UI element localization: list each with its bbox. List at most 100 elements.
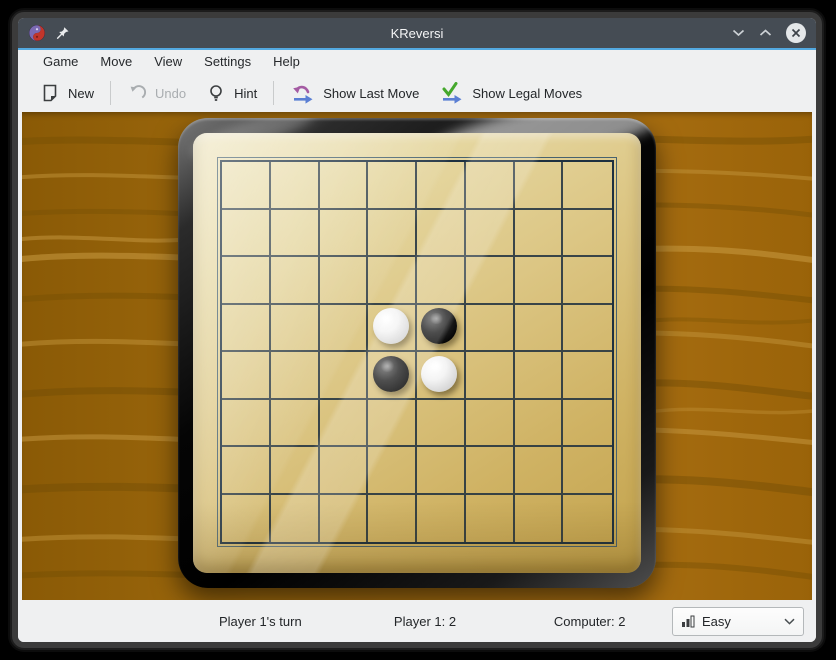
board-cell-r4-c7[interactable] [563, 352, 612, 400]
board-cell-r0-c4[interactable] [417, 162, 466, 210]
board-cell-r6-c6[interactable] [515, 447, 564, 495]
board-cell-r2-c1[interactable] [271, 257, 320, 305]
board-cell-r6-c5[interactable] [466, 447, 515, 495]
black-piece [373, 356, 409, 392]
undo-button: Undo [117, 78, 196, 108]
board-cell-r3-c4[interactable] [417, 305, 466, 353]
board-cell-r1-c6[interactable] [515, 210, 564, 258]
board-cell-r6-c3[interactable] [368, 447, 417, 495]
board-cell-r1-c2[interactable] [320, 210, 369, 258]
keep-above-pin-icon[interactable] [56, 26, 70, 40]
menu-settings[interactable]: Settings [193, 50, 262, 74]
board-cell-r5-c1[interactable] [271, 400, 320, 448]
statusbar: Player 1's turn Player 1: 2 Computer: 2 … [18, 600, 816, 642]
menu-view[interactable]: View [143, 50, 193, 74]
board-cell-r1-c3[interactable] [368, 210, 417, 258]
minimize-button[interactable] [732, 29, 745, 37]
app-window: KReversi Game Move View [10, 10, 824, 650]
hint-button[interactable]: Hint [196, 78, 267, 108]
kreversi-app-icon[interactable] [28, 24, 46, 42]
titlebar[interactable]: KReversi [18, 18, 816, 50]
black-piece [421, 308, 457, 344]
board-cell-r5-c7[interactable] [563, 400, 612, 448]
board-cell-r1-c4[interactable] [417, 210, 466, 258]
board-cell-r2-c4[interactable] [417, 257, 466, 305]
board-surface [193, 133, 641, 573]
board-cell-r4-c3[interactable] [368, 352, 417, 400]
board-cell-r4-c5[interactable] [466, 352, 515, 400]
board-cell-r5-c6[interactable] [515, 400, 564, 448]
board-cell-r0-c1[interactable] [271, 162, 320, 210]
board-cell-r2-c0[interactable] [222, 257, 271, 305]
board-cell-r3-c3[interactable] [368, 305, 417, 353]
board-cell-r2-c5[interactable] [466, 257, 515, 305]
board-cell-r0-c5[interactable] [466, 162, 515, 210]
board-cell-r4-c0[interactable] [222, 352, 271, 400]
board-cell-r3-c1[interactable] [271, 305, 320, 353]
board-cell-r6-c1[interactable] [271, 447, 320, 495]
board-cell-r2-c3[interactable] [368, 257, 417, 305]
board-cell-r6-c7[interactable] [563, 447, 612, 495]
board-cell-r1-c1[interactable] [271, 210, 320, 258]
board-cell-r4-c1[interactable] [271, 352, 320, 400]
board-cell-r3-c0[interactable] [222, 305, 271, 353]
maximize-button[interactable] [759, 29, 772, 37]
white-piece [373, 308, 409, 344]
board-cell-r3-c5[interactable] [466, 305, 515, 353]
board-cell-r1-c7[interactable] [563, 210, 612, 258]
board-cell-r0-c7[interactable] [563, 162, 612, 210]
show-legal-moves-button[interactable]: Show Legal Moves [429, 78, 592, 108]
menu-game[interactable]: Game [32, 50, 89, 74]
new-game-button[interactable]: New [30, 78, 104, 108]
computer-score: Computer: 2 [507, 614, 672, 629]
close-button[interactable] [786, 23, 806, 43]
board-cell-r5-c4[interactable] [417, 400, 466, 448]
board-cell-r2-c2[interactable] [320, 257, 369, 305]
board-cell-r7-c6[interactable] [515, 495, 564, 543]
undo-label: Undo [155, 86, 186, 101]
board-cell-r7-c5[interactable] [466, 495, 515, 543]
board-cell-r1-c5[interactable] [466, 210, 515, 258]
turn-indicator: Player 1's turn [178, 614, 343, 629]
board-cell-r6-c0[interactable] [222, 447, 271, 495]
board-cell-r2-c6[interactable] [515, 257, 564, 305]
board-cell-r6-c2[interactable] [320, 447, 369, 495]
difficulty-dropdown[interactable]: Easy [672, 607, 804, 636]
board-cell-r1-c0[interactable] [222, 210, 271, 258]
toolbar-separator [273, 81, 274, 105]
show-last-move-button[interactable]: Show Last Move [280, 78, 429, 108]
board-cell-r7-c3[interactable] [368, 495, 417, 543]
board-cell-r4-c6[interactable] [515, 352, 564, 400]
white-piece [421, 356, 457, 392]
board-cell-r5-c0[interactable] [222, 400, 271, 448]
board-cell-r2-c7[interactable] [563, 257, 612, 305]
board-cell-r0-c6[interactable] [515, 162, 564, 210]
new-game-label: New [68, 86, 94, 101]
hint-bulb-icon [206, 83, 226, 103]
board-cell-r7-c7[interactable] [563, 495, 612, 543]
window-title: KReversi [18, 26, 816, 41]
board-cell-r0-c0[interactable] [222, 162, 271, 210]
menubar: Game Move View Settings Help [18, 50, 816, 74]
menu-help[interactable]: Help [262, 50, 311, 74]
board-cell-r3-c2[interactable] [320, 305, 369, 353]
board-cell-r3-c7[interactable] [563, 305, 612, 353]
board-cell-r7-c4[interactable] [417, 495, 466, 543]
show-legal-moves-label: Show Legal Moves [472, 86, 582, 101]
board-cell-r5-c2[interactable] [320, 400, 369, 448]
toolbar-separator [110, 81, 111, 105]
board-cell-r6-c4[interactable] [417, 447, 466, 495]
board-cell-r0-c3[interactable] [368, 162, 417, 210]
board-cell-r0-c2[interactable] [320, 162, 369, 210]
new-document-icon [40, 83, 60, 103]
board-cell-r7-c2[interactable] [320, 495, 369, 543]
board-cell-r5-c5[interactable] [466, 400, 515, 448]
board-cell-r5-c3[interactable] [368, 400, 417, 448]
board-cell-r3-c6[interactable] [515, 305, 564, 353]
board-cell-r4-c4[interactable] [417, 352, 466, 400]
board-cell-r7-c1[interactable] [271, 495, 320, 543]
menu-move[interactable]: Move [89, 50, 143, 74]
board-cell-r4-c2[interactable] [320, 352, 369, 400]
undo-arrow-icon [127, 83, 147, 103]
board-cell-r7-c0[interactable] [222, 495, 271, 543]
